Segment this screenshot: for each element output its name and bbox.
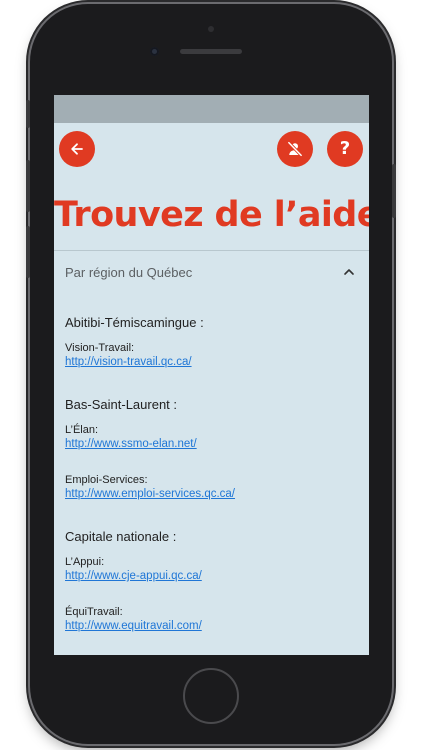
resource-name: ÉquiTravail: bbox=[65, 606, 123, 618]
resource-entry: L’Appui: http://www.cje-appui.qc.ca/ bbox=[65, 555, 202, 584]
back-button[interactable] bbox=[59, 131, 95, 167]
resource-name: Emploi-Services: bbox=[65, 474, 148, 486]
resource-entry: Vision-Travail: http://vision-travail.qc… bbox=[65, 341, 192, 370]
earpiece-speaker bbox=[180, 49, 242, 54]
region-accordion-toggle[interactable]: Par région du Québec bbox=[54, 255, 369, 291]
header-divider bbox=[54, 250, 369, 251]
resource-link[interactable]: http://www.equitravail.com/ bbox=[65, 619, 202, 634]
proximity-sensor bbox=[208, 26, 214, 32]
resource-link[interactable]: http://www.cje-appui.qc.ca/ bbox=[65, 569, 202, 584]
front-camera bbox=[150, 47, 159, 56]
hide-profile-button[interactable] bbox=[277, 131, 313, 167]
power-button bbox=[392, 164, 396, 218]
resource-name: L’Élan: bbox=[65, 424, 99, 436]
accordion-label: Par région du Québec bbox=[65, 265, 193, 280]
chevron-up-icon bbox=[344, 269, 354, 275]
mute-switch bbox=[26, 100, 30, 128]
region-heading: Capitale nationale : bbox=[65, 529, 177, 544]
volume-down-button bbox=[26, 226, 30, 278]
resource-link[interactable]: http://www.emploi-services.qc.ca/ bbox=[65, 487, 235, 502]
home-button[interactable] bbox=[183, 668, 239, 724]
page-title: Trouvez de l’aide bbox=[54, 195, 369, 235]
user-off-icon bbox=[287, 140, 303, 157]
resource-entry: Emploi-Services: http://www.emploi-servi… bbox=[65, 473, 235, 502]
app-screen: ? Trouvez de l’aide Par région du Québec… bbox=[54, 95, 369, 655]
help-icon: ? bbox=[339, 138, 351, 159]
resource-entry: ÉquiTravail: http://www.equitravail.com/ bbox=[65, 605, 202, 634]
resource-link[interactable]: http://vision-travail.qc.ca/ bbox=[65, 355, 192, 370]
resource-name: L’Appui: bbox=[65, 556, 105, 568]
arrow-left-icon bbox=[71, 143, 83, 155]
region-heading: Bas-Saint-Laurent : bbox=[65, 397, 178, 412]
resource-name: Vision-Travail: bbox=[65, 342, 135, 354]
region-heading: Abitibi-Témiscamingue : bbox=[65, 315, 204, 330]
status-bar bbox=[54, 95, 369, 123]
help-button[interactable]: ? bbox=[327, 131, 363, 167]
resource-link[interactable]: http://www.ssmo-elan.net/ bbox=[65, 437, 197, 452]
resource-entry: L’Élan: http://www.ssmo-elan.net/ bbox=[65, 423, 197, 452]
volume-up-button bbox=[26, 160, 30, 212]
